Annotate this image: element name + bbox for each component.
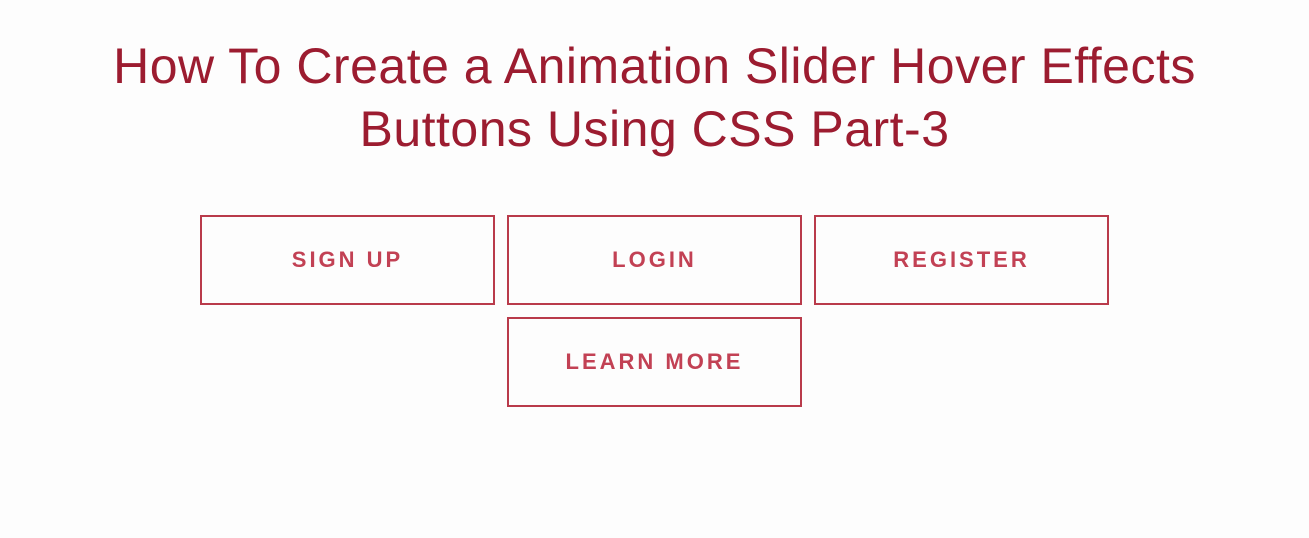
login-button[interactable]: LOGIN bbox=[507, 215, 802, 305]
learnmore-button[interactable]: LEARN MORE bbox=[507, 317, 802, 407]
register-button[interactable]: REGISTER bbox=[814, 215, 1109, 305]
main-container: How To Create a Animation Slider Hover E… bbox=[55, 35, 1255, 407]
page-title: How To Create a Animation Slider Hover E… bbox=[55, 35, 1255, 160]
signup-button[interactable]: SIGN UP bbox=[200, 215, 495, 305]
button-group: SIGN UP LOGIN REGISTER LEARN MORE bbox=[55, 215, 1255, 407]
